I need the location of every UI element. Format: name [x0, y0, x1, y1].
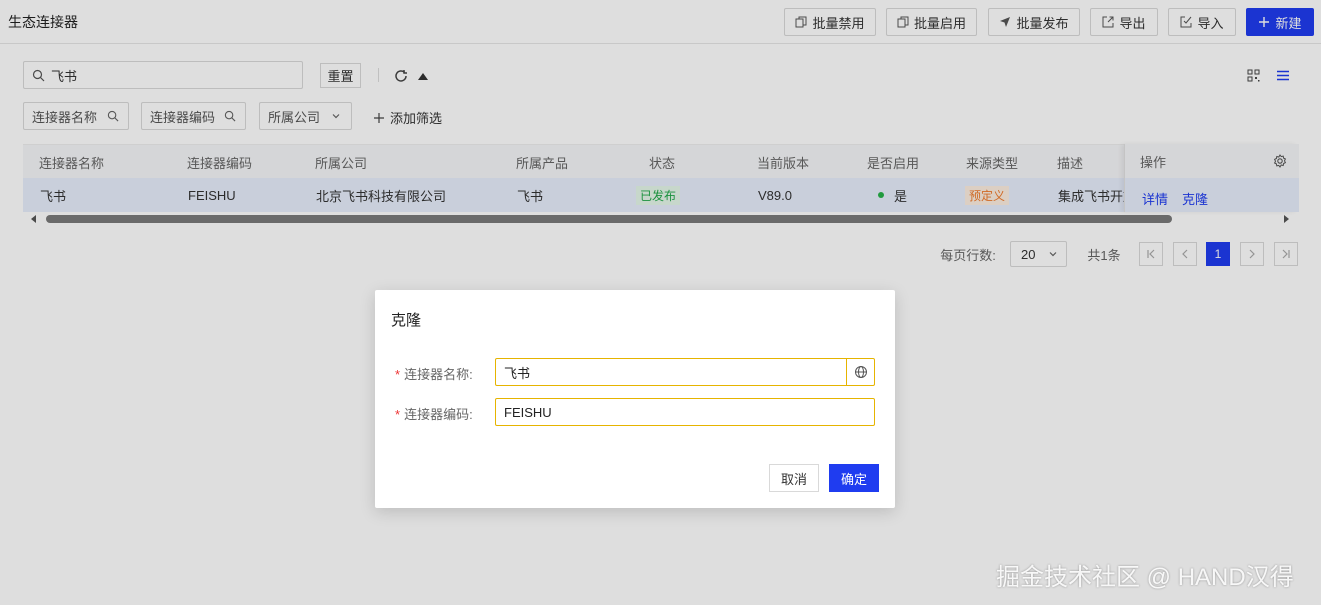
watermark-text: 掘金技术社区 @ HAND汉得 — [996, 564, 1294, 591]
connector-code-label: * 连接器编码: — [395, 407, 473, 422]
connector-code-field[interactable]: FEISHU — [495, 398, 875, 426]
required-mark: * — [395, 367, 401, 382]
confirm-button[interactable]: 确定 — [829, 464, 879, 492]
required-mark: * — [395, 407, 401, 422]
connector-name-field[interactable]: 飞书 — [495, 358, 875, 386]
globe-icon[interactable] — [846, 359, 874, 385]
dialog-title: 克隆 — [391, 312, 422, 329]
clone-dialog: 克隆 * 连接器名称: 飞书 * 连接器编码: FEISHU 取消 确定 — [375, 290, 895, 508]
cancel-button[interactable]: 取消 — [769, 464, 819, 492]
connector-name-label: * 连接器名称: — [395, 367, 473, 382]
